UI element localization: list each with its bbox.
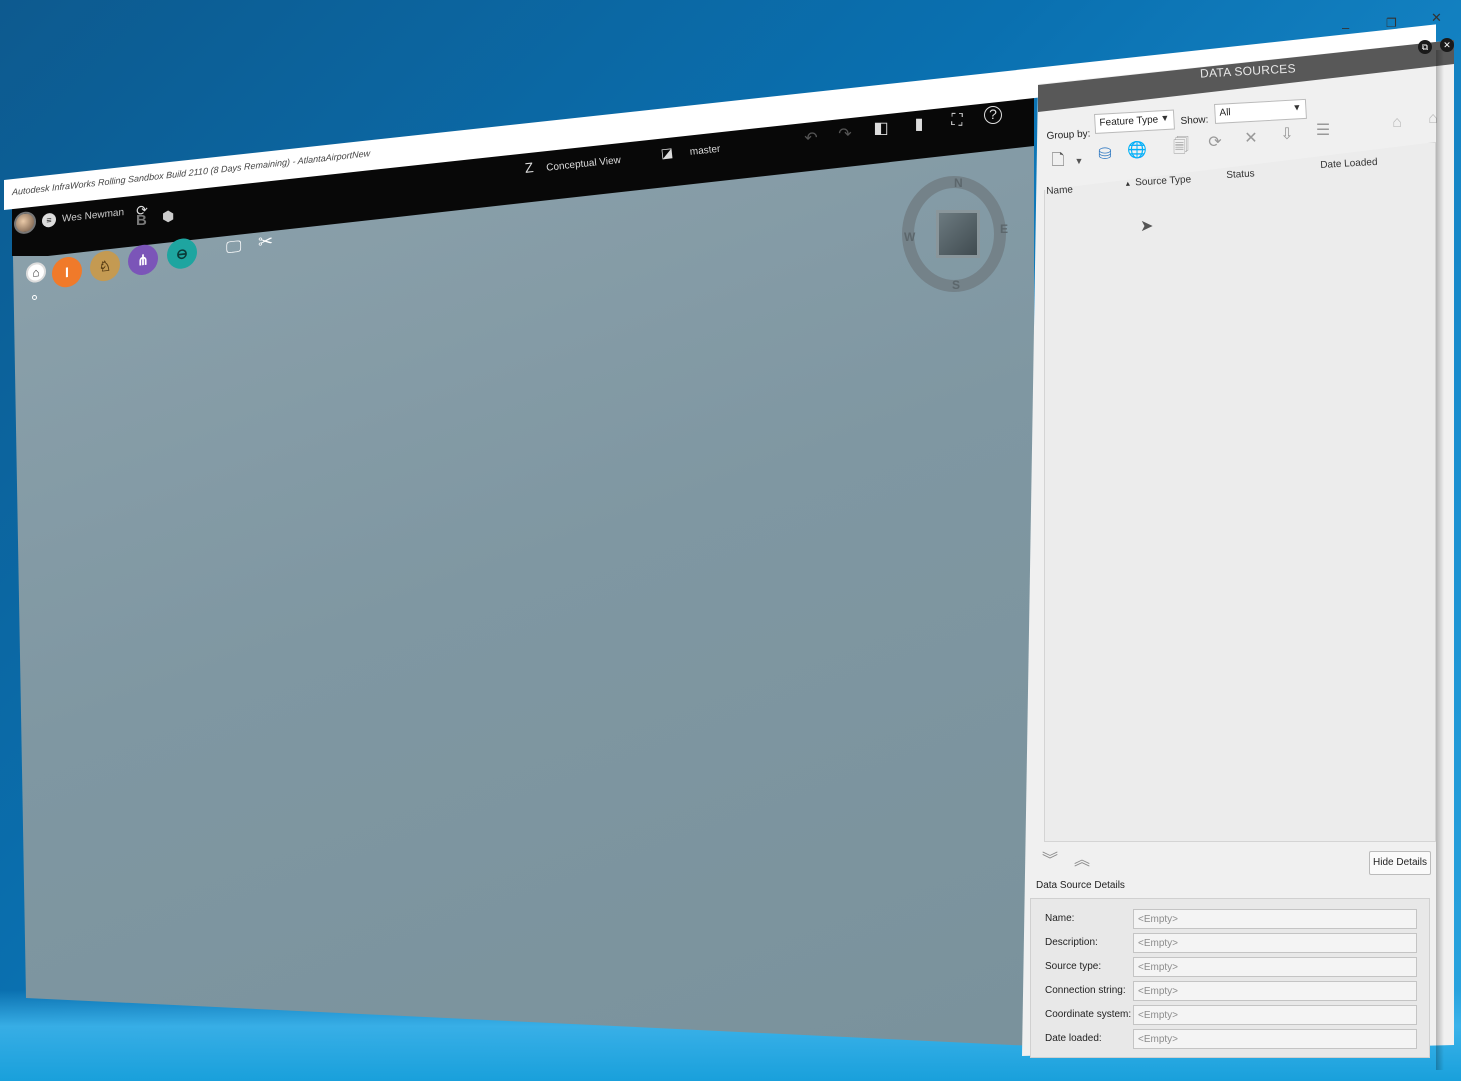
- detail-row-description: Description: <Empty>: [1031, 931, 1431, 953]
- close-button[interactable]: ✕: [1431, 10, 1442, 26]
- panel-float-icon[interactable]: ⧉: [1418, 40, 1432, 54]
- proposal-icon: ◪: [660, 144, 674, 161]
- detail-value-field[interactable]: <Empty>: [1133, 1029, 1417, 1049]
- analyze-icon[interactable]: ♘: [90, 249, 120, 283]
- refresh-icon[interactable]: ⟳: [1204, 132, 1226, 154]
- properties-icon[interactable]: ☰: [1312, 120, 1334, 142]
- add-dropdown-chevron-icon[interactable]: ▼: [1068, 150, 1090, 172]
- detail-label: Source type:: [1045, 961, 1102, 972]
- group-by-value: Feature Type: [1099, 114, 1159, 129]
- settings-utilities-icon[interactable]: ✂: [258, 231, 273, 254]
- data-sources-list[interactable]: [1044, 142, 1436, 842]
- sort-ascending-icon: ▲: [1124, 180, 1132, 188]
- home-icon[interactable]: ⌂: [26, 261, 46, 284]
- compass-east: E: [1000, 222, 1009, 236]
- group-by-row: Group by:: [1046, 124, 1091, 144]
- build-manage-icon[interactable]: I: [52, 255, 82, 289]
- column-header-status[interactable]: Status: [1226, 168, 1255, 181]
- data-source-details: Name: <Empty> Description: <Empty> Sourc…: [1030, 898, 1430, 1058]
- compass[interactable]: N S E W: [902, 176, 1009, 292]
- mouse-cursor-icon: ➤: [1140, 218, 1154, 235]
- compass-north: N: [954, 176, 963, 190]
- configure-icon[interactable]: 🗐: [1170, 136, 1192, 158]
- detail-row-connection-string: Connection string: <Empty>: [1031, 979, 1431, 1001]
- column-header-name[interactable]: Name: [1046, 185, 1073, 197]
- detail-label: Coordinate system:: [1045, 1009, 1132, 1020]
- visual-style-icon: Z: [524, 159, 535, 176]
- show-label: Show:: [1180, 114, 1209, 127]
- present-icon[interactable]: 🖵: [226, 238, 241, 258]
- details-title: Data Source Details: [1036, 880, 1125, 891]
- help-icon[interactable]: ?: [984, 106, 1002, 124]
- detail-value-field[interactable]: <Empty>: [1133, 933, 1417, 953]
- export-icon[interactable]: ⇩: [1276, 124, 1298, 146]
- show-row: Show:: [1180, 109, 1209, 129]
- collapse-all-icon[interactable]: ︾: [1042, 846, 1058, 870]
- globe-icon[interactable]: 🌐: [1126, 140, 1148, 162]
- detail-label: Name:: [1045, 913, 1075, 924]
- panel-toggle-icon[interactable]: ▮: [908, 114, 930, 136]
- detail-row-coordinate-system: Coordinate system: <Empty>: [1031, 1003, 1431, 1025]
- compass-south: S: [952, 278, 961, 292]
- chevron-down-icon: ▼: [1160, 112, 1170, 124]
- expand-all-icon[interactable]: ︽: [1074, 846, 1090, 870]
- database-add-icon[interactable]: ⛁: [1094, 144, 1116, 166]
- model-explorer-icon[interactable]: ◧: [870, 118, 892, 140]
- drainage-design-icon[interactable]: ⊖: [167, 236, 197, 271]
- detail-label: Connection string:: [1045, 985, 1126, 996]
- detail-row-name: Name: <Empty>: [1031, 907, 1431, 929]
- window-edge-shadow: [1436, 50, 1444, 1070]
- hide-details-button[interactable]: Hide Details: [1369, 851, 1431, 875]
- detail-label: Date loaded:: [1045, 1033, 1102, 1044]
- proposal-label: master: [689, 143, 721, 158]
- home-indicator-dot: [32, 295, 37, 300]
- avatar[interactable]: [14, 210, 36, 235]
- add-data-source-icon[interactable]: 🗋: [1047, 150, 1069, 172]
- compass-west: W: [904, 230, 916, 244]
- detail-value-field[interactable]: <Empty>: [1133, 957, 1417, 977]
- detail-label: Description:: [1045, 937, 1098, 948]
- remove-icon[interactable]: ✕: [1240, 128, 1262, 150]
- group-by-label: Group by:: [1046, 128, 1091, 142]
- close-up-icon[interactable]: ⌂: [1386, 112, 1408, 134]
- show-value: All: [1219, 107, 1231, 119]
- detail-row-date-loaded: Date loaded: <Empty>: [1031, 1027, 1431, 1049]
- restore-button[interactable]: ❐: [1386, 16, 1397, 30]
- detail-value-field[interactable]: <Empty>: [1133, 981, 1417, 1001]
- undo-icon[interactable]: ↶: [800, 128, 822, 150]
- minimize-button[interactable]: –: [1342, 20, 1349, 35]
- detail-value-field[interactable]: <Empty>: [1133, 909, 1417, 929]
- cloud-model-icon[interactable]: ⬢: [162, 208, 174, 225]
- detail-row-source-type: Source type: <Empty>: [1031, 955, 1431, 977]
- user-name[interactable]: Wes Newman: [62, 207, 124, 225]
- detail-value-field[interactable]: <Empty>: [1133, 1005, 1417, 1025]
- bridge-design-icon[interactable]: ⋔: [128, 243, 158, 277]
- chevron-down-icon: ▼: [1292, 102, 1302, 113]
- view-cube[interactable]: [936, 210, 980, 258]
- account-menu-icon[interactable]: ≡: [42, 212, 56, 228]
- fullscreen-icon[interactable]: ⛶: [946, 110, 968, 132]
- redo-icon[interactable]: ↷: [834, 124, 856, 146]
